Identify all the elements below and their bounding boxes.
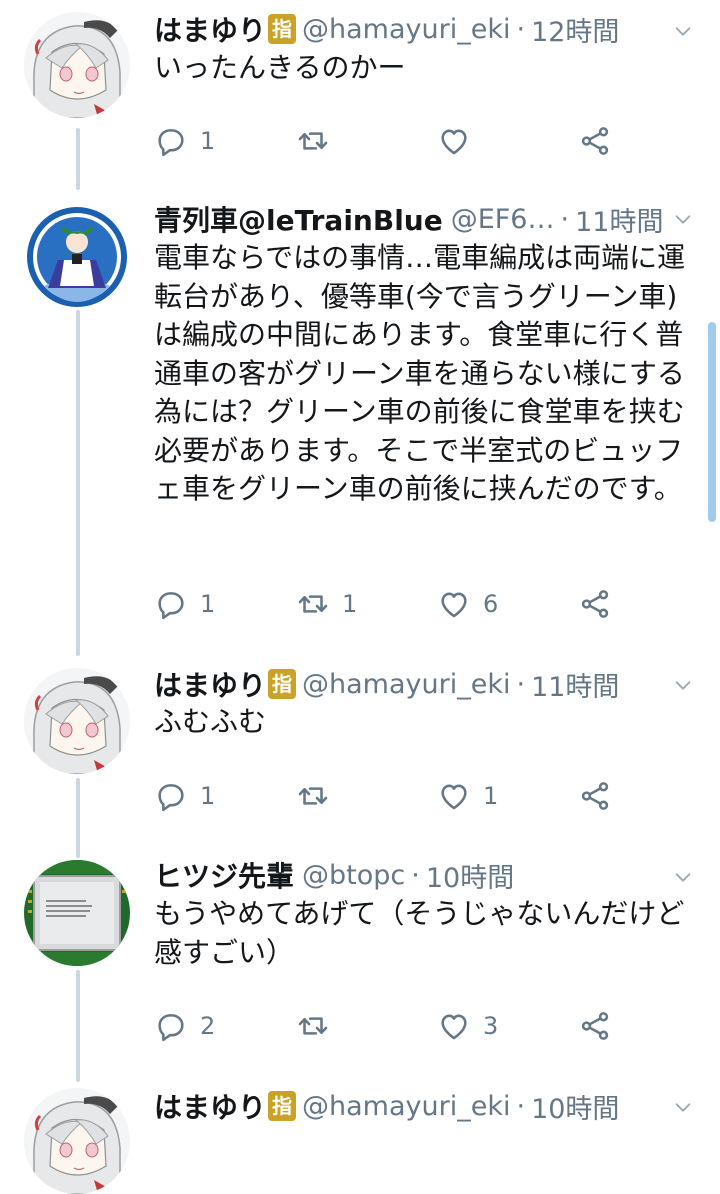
reply-icon — [154, 779, 188, 813]
display-name[interactable]: はまゆり — [154, 1086, 266, 1126]
retweet-button[interactable] — [296, 776, 342, 816]
reply-button[interactable]: 1 — [154, 584, 215, 624]
display-name[interactable]: 青列車@leTrainBlue — [154, 199, 443, 239]
display-name[interactable]: はまゆり — [154, 664, 266, 704]
retweet-icon — [296, 779, 330, 813]
retweet-button[interactable]: 1 — [296, 584, 357, 624]
name-badge: 指 — [268, 14, 297, 44]
like-button[interactable] — [437, 121, 483, 161]
retweet-icon — [296, 587, 330, 621]
reply-icon — [154, 124, 188, 158]
separator: · — [560, 203, 570, 235]
retweet-count: 1 — [342, 590, 358, 618]
timestamp[interactable]: 12時間 — [531, 10, 619, 49]
reply-count: 1 — [200, 782, 216, 810]
separator: · — [516, 13, 526, 45]
timestamp[interactable]: 11時間 — [575, 200, 663, 239]
chevron-down-icon[interactable] — [672, 866, 694, 888]
retweet-button[interactable] — [296, 121, 342, 161]
display-name[interactable]: ヒツジ先輩 — [154, 855, 294, 895]
user-handle[interactable]: @btopc — [302, 860, 405, 891]
gray-haired-girl-avatar — [24, 1088, 130, 1194]
name-badge: 指 — [268, 669, 297, 699]
heart-icon — [437, 779, 471, 813]
share-icon — [578, 1009, 612, 1043]
reply-icon — [154, 1009, 188, 1043]
heart-icon — [437, 1009, 471, 1043]
cpu-chip-avatar — [24, 860, 130, 966]
tweet-text: 電車ならではの事情…電車編成は両端に運転台があり、優等車(今で言うグリーン車)は… — [154, 241, 686, 505]
share-button[interactable] — [578, 584, 612, 624]
separator: · — [516, 1090, 526, 1122]
avatar[interactable] — [24, 1088, 130, 1194]
tweet-header: はまゆり 指 @hamayuri_eki · 12時間 — [154, 9, 696, 49]
avatar[interactable] — [24, 12, 130, 118]
action-bar: 1 1 — [154, 776, 696, 816]
user-handle[interactable]: @hamayuri_eki — [302, 14, 510, 45]
share-icon — [578, 587, 612, 621]
heart-icon — [437, 587, 471, 621]
share-icon — [578, 124, 612, 158]
retweet-icon — [296, 124, 330, 158]
avatar[interactable] — [24, 204, 130, 310]
chevron-down-icon[interactable] — [672, 20, 694, 42]
thread-line — [76, 778, 80, 858]
tweet-text: ふむふむ — [154, 705, 267, 738]
separator: · — [411, 859, 420, 891]
timestamp[interactable]: 10時間 — [426, 856, 514, 895]
avatar[interactable] — [24, 860, 130, 966]
timestamp[interactable]: 11時間 — [531, 665, 619, 704]
thread-line — [76, 310, 80, 656]
user-handle[interactable]: @hamayuri_eki — [302, 1091, 510, 1122]
scrollbar[interactable] — [708, 322, 716, 522]
separator: · — [516, 668, 526, 700]
like-count: 1 — [483, 782, 499, 810]
tweet-header: 青列車@leTrainBlue @EF6… · 11時間 — [154, 199, 696, 239]
user-handle[interactable]: @EF6… — [451, 204, 555, 235]
action-bar: 1 — [154, 121, 696, 161]
blue-maid-character-avatar — [24, 204, 130, 310]
action-bar: 1 1 6 — [154, 584, 696, 624]
gray-haired-girl-avatar — [24, 12, 130, 118]
like-count: 3 — [483, 1012, 499, 1040]
reply-count: 2 — [200, 1012, 216, 1040]
share-icon — [578, 779, 612, 813]
share-button[interactable] — [578, 1006, 612, 1046]
chevron-down-icon[interactable] — [672, 1096, 694, 1118]
like-button[interactable]: 6 — [437, 584, 498, 624]
tweet-header: はまゆり 指 @hamayuri_eki · 11時間 — [154, 664, 696, 704]
tweet-text: いったんきるのかー — [154, 51, 406, 84]
retweet-icon — [296, 1009, 330, 1043]
user-handle[interactable]: @hamayuri_eki — [302, 669, 510, 700]
share-button[interactable] — [578, 121, 612, 161]
tweet-header: はまゆり 指 @hamayuri_eki · 10時間 — [154, 1086, 696, 1126]
reply-button[interactable]: 2 — [154, 1006, 215, 1046]
reply-button[interactable]: 1 — [154, 776, 215, 816]
like-button[interactable]: 1 — [437, 776, 498, 816]
like-button[interactable]: 3 — [437, 1006, 498, 1046]
timestamp[interactable]: 10時間 — [531, 1087, 619, 1126]
reply-icon — [154, 587, 188, 621]
action-bar: 2 3 — [154, 1006, 696, 1046]
retweet-button[interactable] — [296, 1006, 342, 1046]
heart-icon — [437, 124, 471, 158]
name-badge: 指 — [268, 1091, 297, 1121]
share-button[interactable] — [578, 776, 612, 816]
gray-haired-girl-avatar — [24, 668, 130, 774]
like-count: 6 — [483, 590, 499, 618]
chevron-down-icon[interactable] — [672, 674, 694, 696]
tweet-text: もうやめてあげて（そうじゃないんだけど感すごい） — [154, 897, 685, 969]
chevron-down-icon[interactable] — [672, 208, 694, 230]
avatar[interactable] — [24, 668, 130, 774]
thread-line — [76, 128, 80, 190]
display-name[interactable]: はまゆり — [154, 9, 266, 49]
thread-line — [76, 970, 80, 1082]
reply-count: 1 — [200, 127, 216, 155]
reply-count: 1 — [200, 590, 216, 618]
tweet-header: ヒツジ先輩 @btopc · 10時間 — [154, 855, 696, 895]
reply-button[interactable]: 1 — [154, 121, 215, 161]
